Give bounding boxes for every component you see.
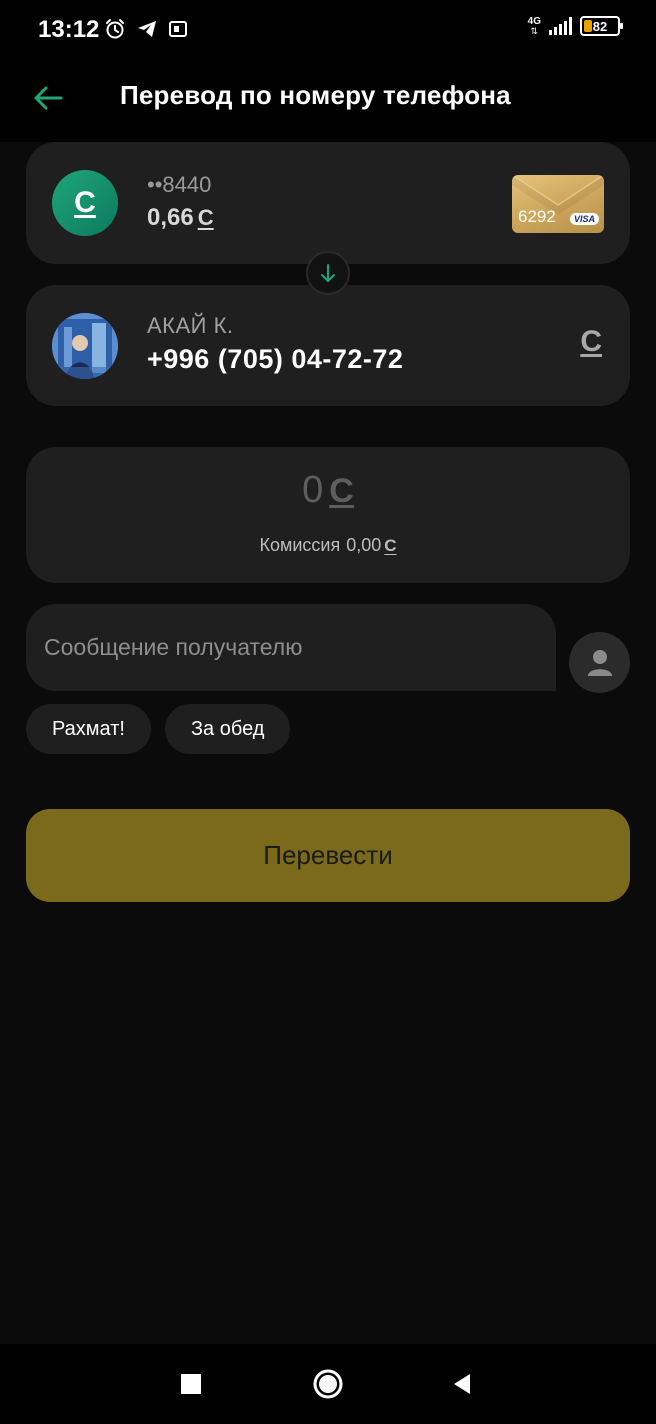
amount-card[interactable]: 0С Комиссия 0,00 С	[26, 447, 630, 583]
som-currency-icon: С	[197, 205, 214, 230]
som-currency-icon: С	[74, 186, 96, 219]
signal-icon	[549, 17, 572, 35]
back-button[interactable]	[26, 76, 70, 120]
status-icons-left	[104, 18, 188, 40]
som-currency-icon: С	[329, 472, 354, 510]
visa-logo: VISA	[569, 213, 599, 225]
circle-icon	[313, 1369, 343, 1399]
quick-message-chip[interactable]: Рахмат!	[26, 704, 151, 754]
battery-level: 82	[592, 18, 608, 34]
home-button[interactable]	[306, 1362, 350, 1406]
recipient-currency: С	[580, 325, 602, 359]
quick-message-chip[interactable]: За обед	[164, 704, 291, 754]
som-currency-icon: С	[384, 536, 397, 555]
bank-card-thumbnail: 6292 VISA	[512, 175, 604, 233]
som-currency-icon: С	[580, 325, 602, 358]
swap-direction-button[interactable]	[306, 251, 350, 295]
square-icon	[181, 1374, 201, 1394]
commission-value: 0,00	[346, 535, 382, 555]
app-header: Перевод по номеру телефона	[0, 60, 656, 142]
quick-message-chips: Рахмат! За обед	[26, 704, 291, 754]
source-account-card[interactable]: С ••8440 0,66 С 6292 VISA	[26, 142, 630, 264]
contact-picker-button[interactable]	[569, 632, 630, 693]
account-balance: 0,66 С	[147, 204, 214, 232]
card-last-digits: 6292	[518, 207, 556, 226]
avatar-photo-icon	[52, 313, 118, 379]
transfer-screen: 13:12 4G ⇅ 82 Перевод по номеру телефона…	[0, 0, 656, 1424]
bank-logo-icon: С	[52, 170, 118, 236]
status-time: 13:12	[38, 16, 100, 43]
triangle-back-icon	[454, 1374, 470, 1394]
amount-input[interactable]: 0С	[26, 469, 630, 512]
person-icon	[587, 649, 612, 676]
telegram-icon	[138, 21, 156, 37]
recipient-name: АКАЙ К.	[147, 313, 234, 338]
page-title: Перевод по номеру телефона	[120, 80, 511, 110]
network-indicator: 4G ⇅	[527, 15, 541, 36]
arrow-down-icon	[321, 264, 335, 282]
status-bar: 13:12 4G ⇅ 82	[0, 0, 656, 60]
back-nav-button[interactable]	[440, 1362, 484, 1406]
transfer-submit-button[interactable]: Перевести	[26, 809, 630, 902]
recipient-card[interactable]: АКАЙ К. +996 (705) 04-72-72 С	[26, 285, 630, 406]
status-icons-right: 4G ⇅ 82	[527, 15, 623, 36]
recipient-avatar	[52, 313, 118, 379]
arrow-left-icon	[34, 86, 63, 110]
amount-value: 0	[302, 469, 324, 511]
alarm-icon	[106, 19, 124, 39]
notification-icon	[169, 21, 187, 37]
network-type: 4G	[527, 15, 541, 27]
battery-icon: 82	[580, 16, 623, 36]
system-nav-bar	[0, 1344, 656, 1424]
account-balance-value: 0,66	[147, 204, 194, 231]
commission-info: Комиссия 0,00 С	[26, 535, 630, 556]
recipient-phone: +996 (705) 04-72-72	[147, 344, 404, 374]
recents-button[interactable]	[169, 1362, 213, 1406]
message-input[interactable]	[26, 604, 556, 691]
commission-label: Комиссия	[259, 535, 341, 555]
account-masked-number: ••8440	[147, 172, 212, 197]
